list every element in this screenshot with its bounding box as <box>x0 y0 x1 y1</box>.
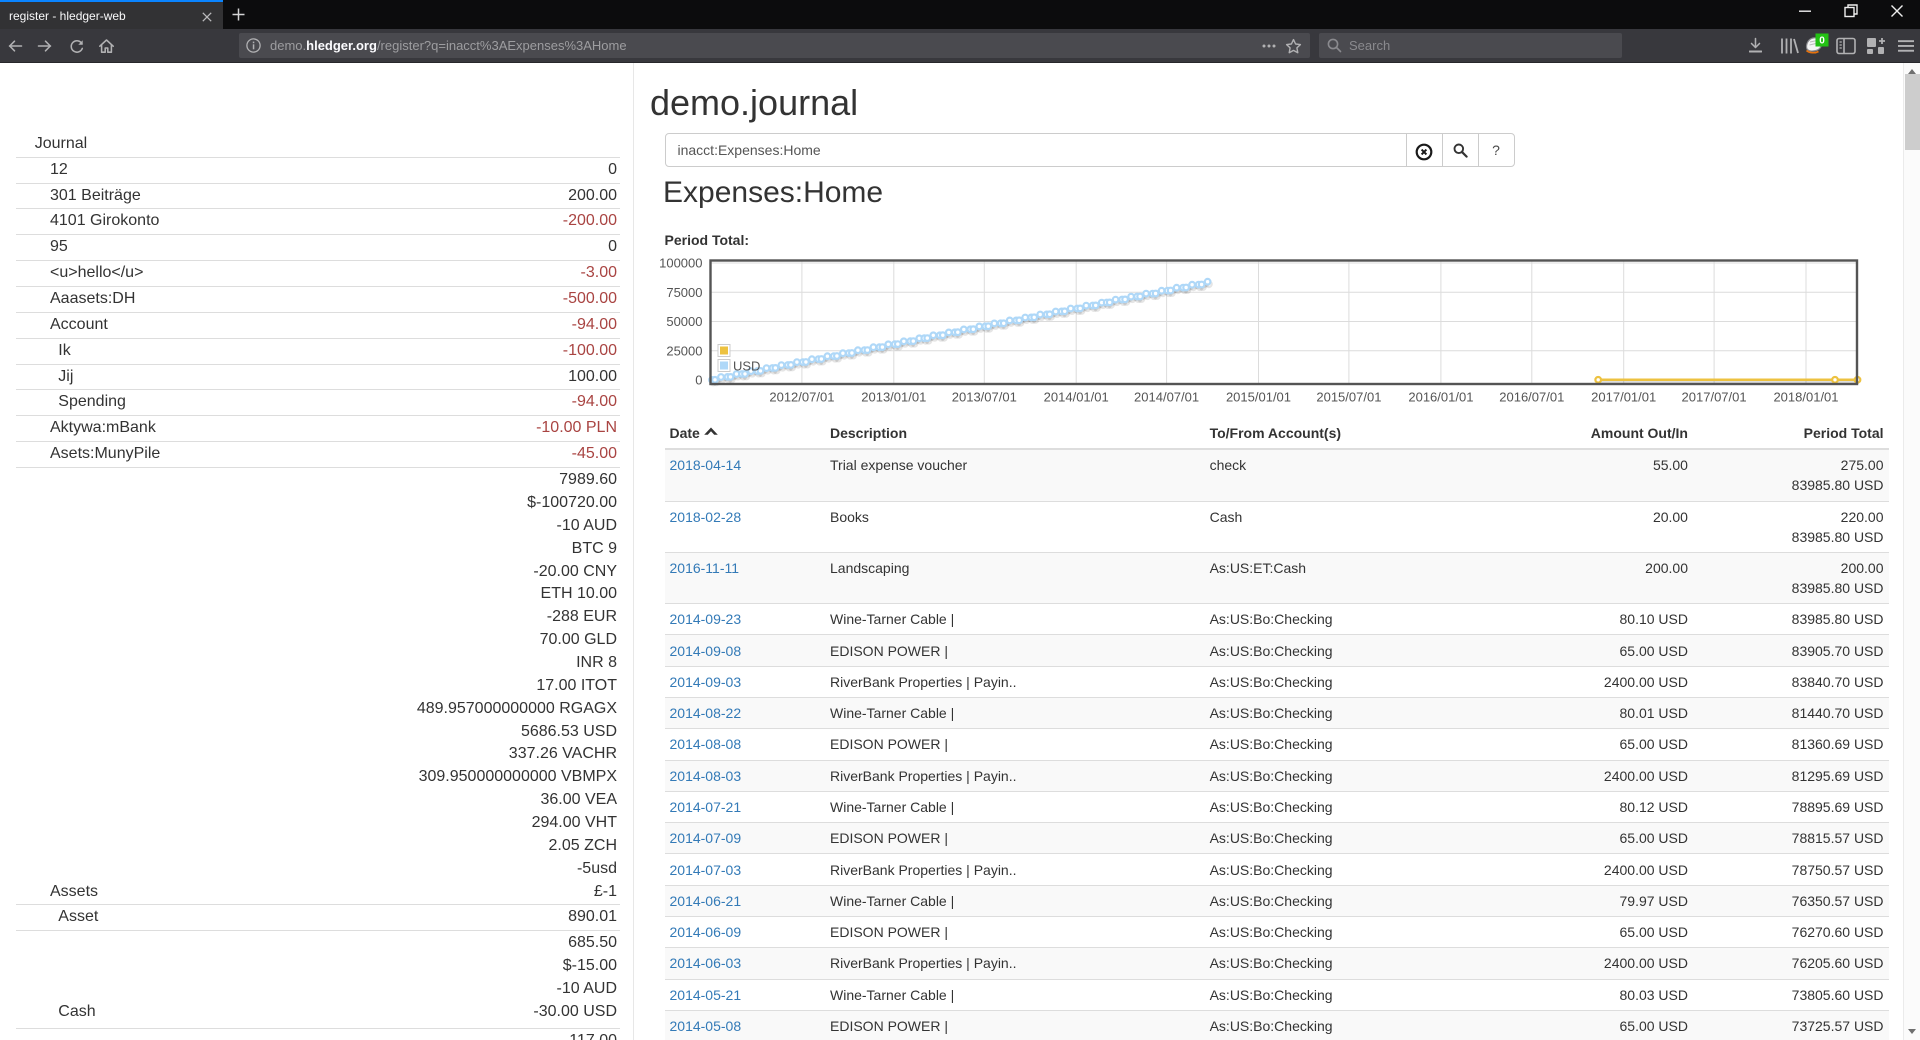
svg-text:2016/01/01: 2016/01/01 <box>1408 390 1473 405</box>
svg-text:25000: 25000 <box>666 343 702 358</box>
svg-text:2018/01/01: 2018/01/01 <box>1773 390 1838 405</box>
svg-text:2013/07/01: 2013/07/01 <box>952 390 1017 405</box>
svg-text:2017/01/01: 2017/01/01 <box>1591 390 1656 405</box>
svg-text:2016/07/01: 2016/07/01 <box>1499 390 1564 405</box>
svg-text:50000: 50000 <box>666 314 702 329</box>
svg-text:2012/07/01: 2012/07/01 <box>769 390 834 405</box>
svg-text:0: 0 <box>695 373 702 388</box>
svg-text:2014/07/01: 2014/07/01 <box>1134 390 1199 405</box>
svg-text:2015/07/01: 2015/07/01 <box>1316 390 1381 405</box>
svg-text:75000: 75000 <box>666 285 702 300</box>
svg-text:2014/01/01: 2014/01/01 <box>1044 390 1109 405</box>
svg-text:2013/01/01: 2013/01/01 <box>861 390 926 405</box>
svg-text:2015/01/01: 2015/01/01 <box>1226 390 1291 405</box>
svg-text:0: 0 <box>1819 36 1825 47</box>
svg-text:100000: 100000 <box>659 256 702 271</box>
svg-text:USD: USD <box>733 359 760 374</box>
svg-text:2017/07/01: 2017/07/01 <box>1682 390 1747 405</box>
